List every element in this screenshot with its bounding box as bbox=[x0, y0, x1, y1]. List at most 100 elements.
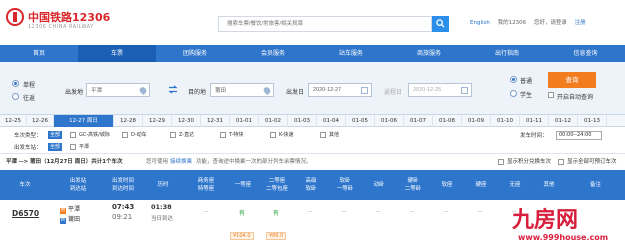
col-times[interactable]: 出发时间 到达时间 bbox=[106, 170, 140, 200]
from-label: 出发地 bbox=[65, 89, 84, 96]
train-type-checkbox[interactable] bbox=[70, 132, 76, 138]
site-search-field[interactable] bbox=[218, 16, 432, 32]
date-tab[interactable]: 01-08 bbox=[433, 115, 462, 127]
col-duration[interactable]: 历时 bbox=[140, 170, 186, 200]
train-type-checkbox[interactable] bbox=[122, 132, 128, 138]
date-tab[interactable]: 01-13 bbox=[578, 115, 607, 127]
nav-group[interactable]: 团购服务 bbox=[156, 45, 234, 62]
date-tab[interactable]: 12-31 bbox=[201, 115, 230, 127]
nav-info[interactable]: 信息查询 bbox=[546, 45, 625, 62]
seat-availability: -- bbox=[342, 208, 347, 215]
date-tab[interactable]: 01-03 bbox=[288, 115, 317, 127]
nav-guide[interactable]: 出行指南 bbox=[468, 45, 546, 62]
train-type-all-button[interactable]: 全部 bbox=[48, 131, 63, 139]
col-second-class: 二等座 二等包座 bbox=[265, 178, 288, 192]
round-trip-radio[interactable] bbox=[12, 93, 19, 100]
calendar-icon bbox=[461, 87, 468, 94]
all-bookable-checkbox[interactable] bbox=[558, 159, 564, 165]
col-bullet-sleeper: 动卧 bbox=[373, 182, 385, 188]
seat-availability: -- bbox=[478, 208, 483, 215]
from-field[interactable] bbox=[86, 83, 150, 97]
search-icon bbox=[436, 19, 445, 28]
date-tab[interactable]: 01-01 bbox=[230, 115, 259, 127]
date-tab[interactable]: 12-25 bbox=[0, 115, 27, 127]
nav-tickets[interactable]: 车票 bbox=[78, 45, 156, 62]
nav-home[interactable]: 首页 bbox=[0, 45, 78, 62]
date-tab[interactable]: 01-06 bbox=[375, 115, 404, 127]
depart-date-label: 出发日 bbox=[286, 89, 305, 96]
to-label: 目的地 bbox=[188, 89, 207, 96]
top-links: English 我的12306 您好，请登录 注册 bbox=[470, 18, 592, 26]
date-tab[interactable]: 01-11 bbox=[520, 115, 549, 127]
date-tab[interactable]: 01-10 bbox=[491, 115, 520, 127]
train-type-checkbox[interactable] bbox=[220, 132, 226, 138]
duration: 01:38 bbox=[151, 203, 172, 211]
train-type-option: T-特快 bbox=[229, 132, 244, 138]
depart-time-select[interactable]: 00:00--24:00 bbox=[556, 131, 602, 140]
all-bookable-label: 显示全部可预订车次 bbox=[567, 159, 617, 165]
railway-logo-icon[interactable] bbox=[6, 8, 24, 26]
nav-station[interactable]: 站车服务 bbox=[312, 45, 390, 62]
date-tab-selected[interactable]: 12-27 周日 bbox=[54, 115, 114, 127]
date-tab[interactable]: 12-30 bbox=[172, 115, 201, 127]
date-tab[interactable]: 01-05 bbox=[346, 115, 375, 127]
station-all-button[interactable]: 全部 bbox=[48, 143, 63, 151]
col-business: 商务座 特等座 bbox=[197, 178, 215, 192]
col-soft-seat: 软座 bbox=[441, 182, 453, 188]
one-way-radio[interactable] bbox=[12, 80, 19, 87]
transfer-link[interactable]: 接续换乘 bbox=[170, 156, 192, 168]
transfer-notice-prefix: 您可使用 bbox=[146, 159, 169, 165]
student-radio[interactable] bbox=[510, 90, 517, 97]
seat-availability: -- bbox=[376, 208, 381, 215]
date-tab[interactable]: 12-29 bbox=[143, 115, 172, 127]
col-train[interactable]: 车次 bbox=[0, 170, 50, 200]
col-stations: 出发站 到达站 bbox=[69, 178, 87, 192]
adult-label: 普通 bbox=[520, 78, 533, 85]
depart-time: 07:43 bbox=[112, 203, 135, 211]
to-field[interactable] bbox=[210, 83, 274, 97]
date-tab[interactable]: 01-04 bbox=[317, 115, 346, 127]
register-link[interactable]: 注册 bbox=[575, 20, 586, 26]
nav-business[interactable]: 商旅服务 bbox=[390, 45, 468, 62]
date-tab[interactable]: 01-12 bbox=[549, 115, 578, 127]
depart-date-field[interactable] bbox=[308, 83, 372, 97]
return-date-field[interactable] bbox=[408, 83, 472, 97]
date-tab[interactable]: 12-28 bbox=[114, 115, 143, 127]
english-link[interactable]: English bbox=[470, 20, 490, 26]
date-tab[interactable]: 12-26 bbox=[27, 115, 54, 127]
points-exchange-checkbox[interactable] bbox=[498, 159, 504, 165]
my12306-link[interactable]: 我的12306 bbox=[498, 20, 527, 26]
train-type-option: Z-直达 bbox=[179, 132, 195, 138]
train-type-checkbox[interactable] bbox=[320, 132, 326, 138]
col-premium-sleeper: 高级 软卧 bbox=[305, 178, 317, 192]
col-hard-sleeper: 硬卧 二等卧 bbox=[404, 178, 422, 192]
train-type-option: D-动车 bbox=[131, 132, 147, 138]
seat-availability: -- bbox=[308, 208, 313, 215]
date-tab[interactable]: 01-02 bbox=[259, 115, 288, 127]
search-button[interactable] bbox=[432, 16, 449, 32]
train-type-label: 车次类型： bbox=[14, 133, 42, 139]
main-nav: 首页 车票 团购服务 会员服务 站车服务 商旅服务 出行指南 信息查询 bbox=[0, 45, 625, 62]
depart-station-label: 出发车站： bbox=[14, 145, 42, 151]
auto-query-checkbox[interactable] bbox=[548, 92, 554, 98]
adult-radio[interactable] bbox=[510, 76, 517, 83]
station-checkbox[interactable] bbox=[70, 144, 76, 150]
col-hard-seat: 硬座 bbox=[475, 182, 487, 188]
date-tab[interactable]: 01-07 bbox=[404, 115, 433, 127]
brand-name[interactable]: 中国铁路12306 bbox=[28, 9, 110, 25]
swap-stations-icon[interactable] bbox=[168, 85, 178, 94]
query-button[interactable]: 查询 bbox=[548, 72, 596, 88]
brand-subtitle: 12306 CHINA RAILWAY bbox=[28, 24, 94, 30]
seat-availability: -- bbox=[444, 208, 449, 215]
date-tab[interactable]: 01-09 bbox=[462, 115, 491, 127]
round-trip-label: 往返 bbox=[23, 95, 36, 102]
train-number[interactable]: D6570 bbox=[12, 209, 39, 218]
train-type-checkbox[interactable] bbox=[170, 132, 176, 138]
site-search-input[interactable] bbox=[219, 17, 431, 31]
login-link[interactable]: 您好，请登录 bbox=[534, 20, 567, 26]
train-type-checkbox[interactable] bbox=[270, 132, 276, 138]
transfer-notice-suffix: 功能，查询途中换乘一次的部分列车余票情况。 bbox=[196, 159, 312, 165]
to-station: 终莆田 bbox=[60, 216, 81, 224]
nav-member[interactable]: 会员服务 bbox=[234, 45, 312, 62]
return-date-label: 返程日 bbox=[384, 89, 403, 96]
